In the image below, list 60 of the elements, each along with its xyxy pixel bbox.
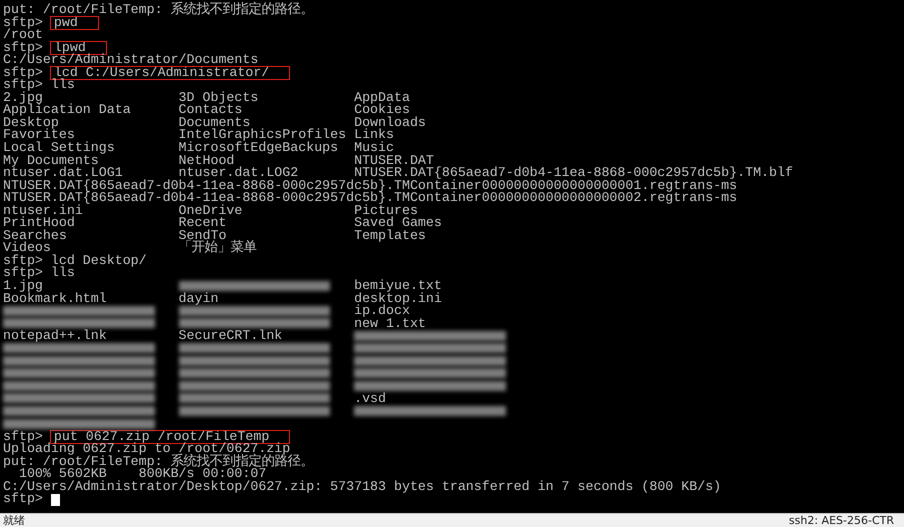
command-text: lls: [50, 79, 75, 92]
file-name: Saved Games: [354, 215, 442, 230]
file-name: 3D Objects: [178, 90, 258, 105]
file-name: NTUSER.DAT: [354, 152, 434, 168]
prompt-text: sftp>: [3, 430, 43, 444]
file-name: Music: [354, 140, 394, 156]
prompt-text: sftp>: [3, 66, 43, 80]
file-name: new 1.txt: [354, 316, 426, 331]
file-name: Videos: [3, 240, 51, 256]
file-name: Cookies: [354, 102, 410, 118]
command-text: lls: [50, 267, 75, 280]
file-name: 1.jpg: [3, 278, 43, 294]
prompt-text: sftp>: [3, 42, 43, 54]
file-name: PrintHood: [3, 215, 75, 230]
highlighted-command: lpwd: [50, 42, 106, 54]
file-name: Recent: [178, 215, 226, 230]
file-name: Local Settings: [3, 140, 115, 156]
file-name: bemiyue.txt: [354, 278, 442, 294]
file-name: dayin: [178, 290, 218, 306]
file-name: 「开始」菜单: [178, 240, 257, 256]
cursor-block: [50, 494, 60, 506]
file-name: Application Data: [3, 102, 131, 118]
file-name: Desktop: [3, 114, 59, 130]
file-name: ntuser.dat.LOG1: [3, 165, 123, 180]
file-name: IntelGraphicsProfiles: [178, 127, 346, 142]
output-line: NTUSER.DAT{865aead7-d0b4-11ea-8868-000c2957dc5b}.TMContainer00000000000000000001.regtrans-ms: [3, 180, 738, 192]
file-name: Bookmark.html: [3, 290, 107, 306]
file-name: NetHood: [178, 152, 234, 168]
file-name: 2.jpg: [3, 90, 43, 105]
highlighted-command: lcd C:/Users/Administrator/: [50, 66, 290, 80]
file-name: SecureCRT.lnk: [178, 328, 282, 344]
highlighted-command: pwd: [50, 16, 98, 30]
file-name: Templates: [354, 228, 426, 243]
prompt-text: sftp>: [3, 493, 43, 506]
output-line: C:/Users/Administrator/Documents: [3, 54, 258, 67]
file-name: Links: [354, 127, 394, 142]
output-line: /root: [3, 29, 43, 42]
file-name: ntuser.dat.LOG2: [178, 165, 298, 180]
command-text: lcd Desktop/: [50, 254, 147, 268]
prompt-text: sftp>: [3, 267, 43, 280]
file-name: ip.docx: [354, 303, 410, 318]
file-name: Favorites: [3, 127, 75, 142]
file-name: notepad++.lnk: [3, 328, 107, 344]
file-name: AppData: [354, 90, 410, 105]
prompt-text: sftp>: [3, 254, 43, 268]
file-name: MicrosoftEdgeBackups: [178, 140, 338, 156]
output-line: NTUSER.DAT{865aead7-d0b4-11ea-8868-000c2957dc5b}.TMContainer00000000000000000002.regtrans-ms: [3, 192, 738, 205]
output-line: put: /root/FileTemp: 系统找不到指定的路径。: [3, 456, 314, 468]
file-name: .vsd: [354, 390, 386, 406]
prompt-text: sftp>: [3, 16, 43, 30]
prompt-text: sftp>: [3, 79, 43, 92]
file-name: NTUSER.DAT{865aead7-d0b4-11ea-8868-000c2957dc5b}.TM.blf: [354, 165, 793, 180]
status-text: 就绪: [3, 514, 25, 527]
file-name: OneDrive: [178, 202, 242, 218]
highlighted-command: put 0627.zip /root/FileTemp: [50, 430, 290, 444]
file-name: desktop.ini: [354, 290, 442, 306]
output-line: C:/Users/Administrator/Desktop/0627.zip: 5737183 bytes transferred in 7 seconds (800 KB/s): [3, 480, 722, 494]
encryption-status: ssh2: AES-256-CTR: [788, 514, 894, 527]
output-line: 100% 5602KB 800KB/s 00:00:07: [18, 468, 266, 481]
output-line: put: /root/FileTemp: 系统找不到指定的路径。: [3, 4, 314, 17]
